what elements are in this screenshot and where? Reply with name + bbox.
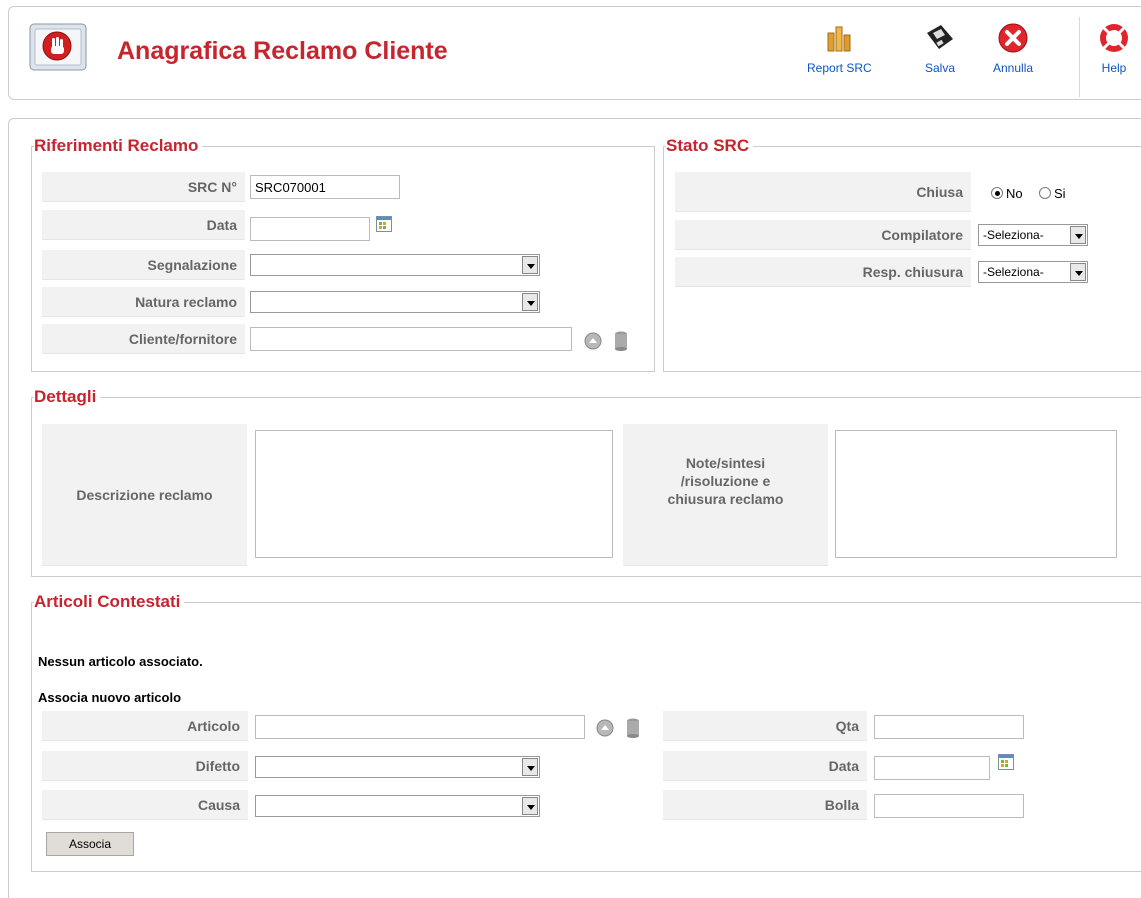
data-articolo-row: Data: [663, 751, 1141, 781]
causa-row: Causa: [42, 790, 662, 820]
compilatore-select[interactable]: -Seleziona-: [978, 224, 1088, 246]
page-title: Anagrafica Reclamo Cliente: [117, 37, 448, 65]
cliente-input[interactable]: [250, 327, 572, 351]
help-lifebuoy-icon: [1100, 24, 1128, 52]
report-src-label: Report SRC: [807, 61, 872, 75]
resp-value: -Seleziona-: [983, 265, 1044, 279]
chevron-down-icon: [522, 797, 538, 815]
report-src-button[interactable]: Report SRC: [807, 21, 872, 75]
salva-label: Salva: [924, 61, 956, 75]
bolla-label: Bolla: [663, 790, 867, 820]
dettagli-legend: Dettagli: [34, 387, 97, 406]
data-row: Data: [42, 210, 642, 241]
note-label-line: Note/sintesi: [685, 455, 766, 471]
chevron-down-icon: [522, 256, 538, 274]
chevron-down-icon: [1070, 226, 1086, 244]
cancel-circle-icon: [998, 23, 1028, 53]
segnalazione-label: Segnalazione: [42, 250, 245, 280]
report-chart-icon: [827, 26, 851, 52]
associa-button[interactable]: Associa: [46, 832, 134, 856]
radio-unselected-icon: [1039, 187, 1051, 199]
chiusa-no-label: No: [1006, 186, 1023, 201]
toolbar-separator: [1079, 17, 1080, 97]
qta-row: Qta: [663, 711, 1141, 741]
compilatore-row: Compilatore -Seleziona-: [675, 220, 1141, 250]
resp-select[interactable]: -Seleziona-: [978, 261, 1088, 283]
compilatore-value: -Seleziona-: [983, 228, 1044, 242]
data-label: Data: [42, 210, 245, 240]
natura-select[interactable]: [250, 291, 540, 313]
help-label: Help: [1101, 61, 1127, 75]
cliente-row: Cliente/fornitore: [42, 324, 642, 354]
articolo-input[interactable]: [255, 715, 585, 739]
calendar-icon[interactable]: [998, 754, 1014, 770]
chevron-down-icon: [1070, 263, 1086, 281]
segnalazione-select[interactable]: [250, 254, 540, 276]
annulla-label: Annulla: [993, 61, 1034, 75]
src-row: SRC N°: [42, 172, 642, 202]
empty-message: Nessun articolo associato.: [38, 654, 203, 669]
note-textarea[interactable]: [835, 430, 1117, 558]
help-button[interactable]: Help: [1097, 21, 1131, 75]
cliente-label: Cliente/fornitore: [42, 324, 245, 354]
stop-hand-icon: [29, 23, 87, 71]
difetto-select[interactable]: [255, 756, 540, 778]
natura-label: Natura reclamo: [42, 287, 245, 317]
natura-row: Natura reclamo: [42, 287, 642, 317]
data-input[interactable]: [250, 217, 370, 241]
difetto-row: Difetto: [42, 751, 662, 781]
qta-label: Qta: [663, 711, 867, 741]
articolo-row: Articolo: [42, 711, 662, 741]
articoli-legend: Articoli Contestati: [34, 592, 181, 611]
src-number-input[interactable]: [250, 175, 400, 199]
data-articolo-label: Data: [663, 751, 867, 781]
causa-label: Causa: [42, 790, 248, 820]
chevron-down-icon: [522, 758, 538, 776]
chiusa-si-radio[interactable]: Si: [1039, 186, 1066, 201]
salva-button[interactable]: Salva: [923, 21, 957, 75]
segnalazione-row: Segnalazione: [42, 250, 642, 280]
descrizione-textarea[interactable]: [255, 430, 613, 558]
bolla-input[interactable]: [874, 794, 1024, 818]
articolo-label: Articolo: [42, 711, 248, 741]
chevron-down-icon: [522, 293, 538, 311]
save-floppy-icon: [927, 25, 953, 49]
bolla-row: Bolla: [663, 790, 1141, 820]
qta-input[interactable]: [874, 715, 1024, 739]
compilatore-label: Compilatore: [675, 220, 971, 250]
chiusa-si-label: Si: [1054, 186, 1066, 201]
riferimenti-legend: Riferimenti Reclamo: [34, 136, 199, 155]
annulla-button[interactable]: Annulla: [993, 21, 1033, 75]
clear-bin-icon[interactable]: [614, 331, 628, 351]
calendar-icon[interactable]: [376, 216, 392, 232]
data-articolo-input[interactable]: [874, 756, 990, 780]
new-article-heading: Associa nuovo articolo: [38, 690, 182, 705]
stato-legend: Stato SRC: [666, 136, 750, 155]
radio-selected-icon: [991, 187, 1003, 199]
descrizione-label: Descrizione reclamo: [42, 424, 247, 566]
src-label: SRC N°: [42, 172, 245, 202]
note-label-line: /risoluzione e: [680, 473, 771, 489]
clear-bin-icon[interactable]: [626, 718, 640, 738]
toolbar: Anagrafica Reclamo Cliente Report SRC Sa…: [8, 6, 1141, 100]
resp-row: Resp. chiusura -Seleziona-: [675, 257, 1141, 287]
note-label-line: chiusura reclamo: [667, 491, 784, 507]
note-label: Note/sintesi /risoluzione e chiusura rec…: [623, 424, 828, 566]
chiusa-no-radio[interactable]: No: [991, 186, 1023, 201]
lookup-up-icon[interactable]: [584, 332, 602, 350]
lookup-up-icon[interactable]: [596, 719, 614, 737]
chiusa-label: Chiusa: [675, 172, 971, 212]
chiusa-row: Chiusa No Si: [675, 172, 1141, 212]
difetto-label: Difetto: [42, 751, 248, 781]
causa-select[interactable]: [255, 795, 540, 817]
resp-label: Resp. chiusura: [675, 257, 971, 287]
